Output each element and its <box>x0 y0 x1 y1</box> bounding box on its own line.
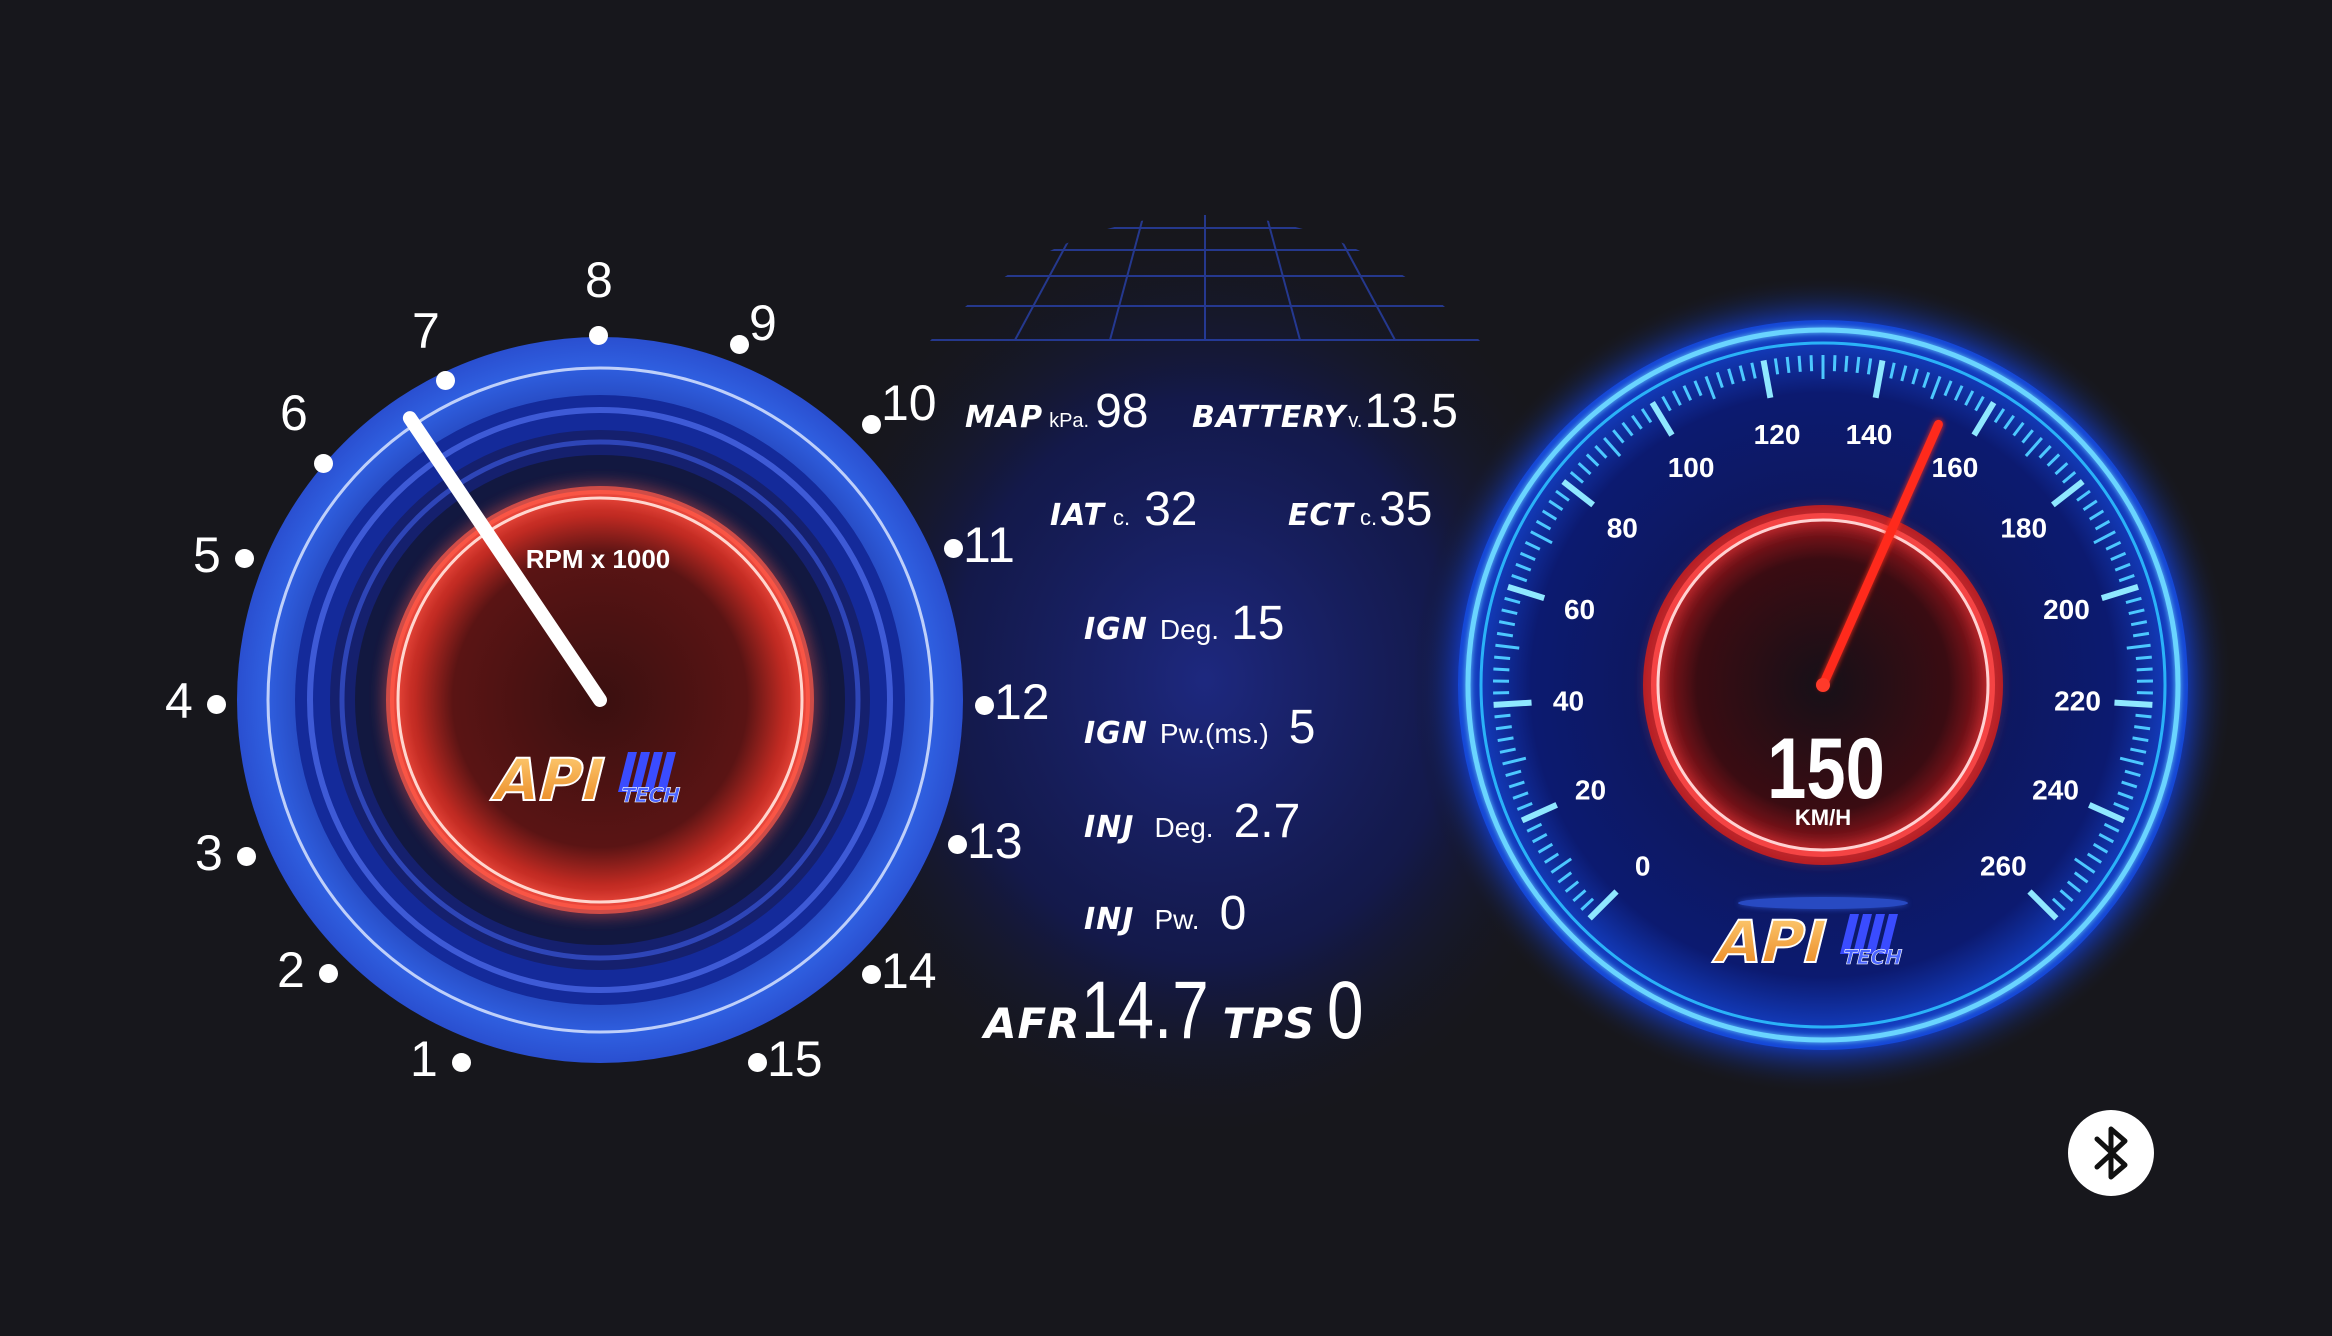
rpm-tick-4: 4 <box>165 676 226 726</box>
speed-tick <box>2114 699 2153 708</box>
speed-tick <box>2134 725 2151 731</box>
rpm-tick-6: 6 <box>280 388 333 488</box>
speed-scale-label: 180 <box>2000 513 2047 544</box>
ect-readout: ECT c.35 <box>1288 483 1433 536</box>
svg-text:TECH: TECH <box>1840 945 1905 969</box>
rpm-tick-15: 15 <box>748 1034 823 1084</box>
speed-tick <box>1797 355 1802 372</box>
speed-scale-label: 240 <box>2032 775 2079 806</box>
rpm-tick-13: 13 <box>948 816 1023 866</box>
speed-tick <box>2135 655 2152 660</box>
bluetooth-icon <box>2094 1126 2128 1180</box>
speed-tick <box>1832 355 1837 372</box>
battery-readout: BATTERY v.13.5 <box>1192 385 1458 438</box>
speed-tick <box>1494 655 1511 660</box>
speed-scale-label: 0 <box>1635 850 1651 881</box>
speed-scale-label: 200 <box>2043 594 2090 625</box>
svg-text:API: API <box>487 746 613 814</box>
rpm-tick-14: 14 <box>862 946 937 996</box>
map-readout: MAP kPa. 98 <box>965 385 1149 438</box>
speed-scale-label: 220 <box>2054 685 2101 716</box>
rpm-tick-11: 11 <box>944 520 1015 570</box>
speed-tick <box>1493 699 1532 708</box>
api-tech-logo: API TECH <box>486 745 684 815</box>
bluetooth-button[interactable] <box>2068 1110 2154 1196</box>
rpm-tick-5: 5 <box>193 530 254 580</box>
rpm-label: RPM x 1000 <box>526 544 671 574</box>
svg-text:API: API <box>1709 908 1835 976</box>
rpm-tick-1: 1 <box>410 1034 471 1084</box>
tachometer: RPM x 1000 API TECH <box>237 337 963 1063</box>
speed-scale-label: 160 <box>1932 452 1979 483</box>
speed-scale-label: 120 <box>1754 419 1801 450</box>
rpm-tick-3: 3 <box>195 828 256 878</box>
rpm-tick-9: 9 <box>730 298 777 355</box>
speed-tick <box>1844 355 1849 372</box>
speed-unit: KM/H <box>1795 805 1851 830</box>
iat-readout: IAT c. 32 <box>1050 483 1198 536</box>
dashboard-canvas: RPM x 1000 API TECH 020406080100120 14016… <box>237 210 2233 1150</box>
rpm-tick-7: 7 <box>412 306 455 406</box>
speed-tick <box>1493 667 1510 672</box>
speed-scale-label: 80 <box>1607 513 1638 544</box>
ign-pw-readout: IGN Pw.(ms.) 5 <box>1084 701 1316 754</box>
svg-text:TECH: TECH <box>618 783 683 807</box>
speed-scale-label: 100 <box>1668 452 1715 483</box>
speed-tick <box>1855 356 1861 374</box>
rpm-tick-10: 10 <box>862 378 937 435</box>
speed-scale-label: 20 <box>1575 775 1606 806</box>
speed-value: 150 <box>1767 720 1885 816</box>
speedometer: 0 20 40 60 80 100 120 140 160 180 200 220 240 260 150… <box>1413 275 2233 1095</box>
speed-scale-label: 40 <box>1553 685 1584 716</box>
speed-scale-label: 140 <box>1846 419 1893 450</box>
speed-tick <box>2135 713 2152 719</box>
inj-pw-readout: INJ Pw. 0 <box>1084 887 1247 940</box>
speed-scale-label: 60 <box>1564 594 1595 625</box>
speed-tick <box>1785 356 1791 374</box>
speed-tick <box>2136 667 2153 672</box>
ign-deg-readout: IGN Deg. 15 <box>1084 597 1285 650</box>
speed-tick <box>1495 725 1512 731</box>
speed-tick <box>1809 355 1814 372</box>
rpm-tick-2: 2 <box>277 945 338 995</box>
inj-deg-readout: INJ Deg. 2.7 <box>1084 795 1301 848</box>
speed-tick <box>1494 713 1511 719</box>
speed-scale-label: 260 <box>1980 850 2027 881</box>
api-tech-logo: API TECH <box>1708 907 1906 977</box>
rpm-tick-12: 12 <box>975 677 1050 727</box>
rpm-tick-8: 8 <box>585 255 613 355</box>
afr-tps-readout: AFR14.7 TPS 0 <box>984 965 1364 1056</box>
